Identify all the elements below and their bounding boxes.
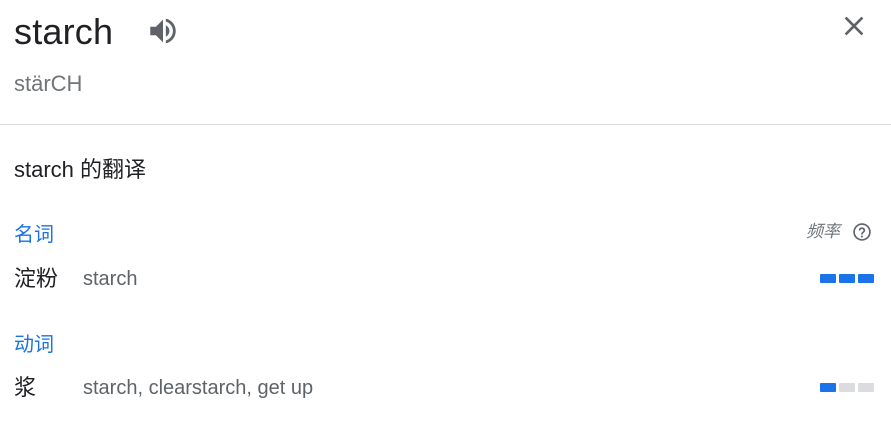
dictionary-header: starch stärCH — [0, 0, 891, 125]
frequency-bar — [858, 274, 874, 283]
entry-word: 淀粉 — [14, 266, 59, 291]
speaker-icon[interactable] — [146, 14, 180, 48]
frequency-bar — [820, 274, 836, 283]
help-icon[interactable] — [852, 222, 872, 242]
frequency-label: 频率 — [806, 222, 840, 241]
part-of-speech-verb: 动词 — [14, 334, 54, 356]
close-icon[interactable] — [838, 10, 870, 42]
entry-translations[interactable]: starch — [83, 265, 137, 293]
frequency-bar — [820, 383, 836, 392]
part-of-speech-noun: 名词 — [14, 224, 54, 246]
frequency-bar — [839, 274, 855, 283]
phonetic-spelling: stärCH — [14, 71, 83, 96]
translations-title: starch 的翻译 — [14, 157, 147, 182]
headword: starch — [14, 11, 114, 52]
frequency-bar — [839, 383, 855, 392]
frequency-indicator — [820, 383, 874, 392]
entry-translations[interactable]: starch, clearstarch, get up — [83, 374, 313, 402]
frequency-indicator — [820, 274, 874, 283]
entry-word: 浆 — [14, 375, 37, 400]
frequency-bar — [858, 383, 874, 392]
